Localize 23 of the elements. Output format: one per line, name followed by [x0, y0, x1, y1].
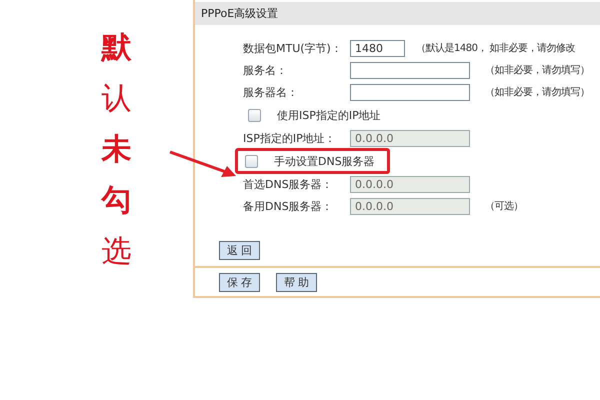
- panel-title: PPPoE高级设置: [195, 2, 600, 25]
- field-label: 服务名：: [243, 62, 288, 78]
- input-field[interactable]: 1480: [350, 40, 405, 56]
- back-button[interactable]: 返回: [219, 241, 260, 260]
- footer-button[interactable]: 帮助: [276, 273, 317, 292]
- checkbox-label: 手动设置DNS服务器: [274, 154, 375, 168]
- arrow-icon: [170, 150, 236, 177]
- hint-text: （默认是1480， 如非必要，请勿修改: [416, 42, 576, 55]
- hint-text: （如非必要，请勿填写）: [485, 86, 590, 99]
- field-label: 备用DNS服务器：: [243, 198, 334, 214]
- footer-button[interactable]: 保存: [219, 273, 260, 292]
- field-label: 数据包MTU(字节)：: [243, 40, 343, 56]
- field-label: ISP指定的IP地址：: [243, 130, 337, 146]
- checkbox[interactable]: [248, 108, 261, 122]
- hint-text: （如非必要，请勿填写）: [485, 64, 590, 77]
- annotation-text: 默认未勾选: [102, 29, 132, 271]
- checkbox-label: 使用ISP指定的IP地址: [277, 108, 381, 122]
- field-label: 服务器名：: [243, 84, 299, 100]
- field-label: 首选DNS服务器：: [243, 176, 334, 192]
- input-field[interactable]: [350, 84, 470, 100]
- hint-text: （可选）: [485, 200, 523, 213]
- input-field[interactable]: [350, 62, 470, 78]
- checkbox[interactable]: [245, 154, 258, 168]
